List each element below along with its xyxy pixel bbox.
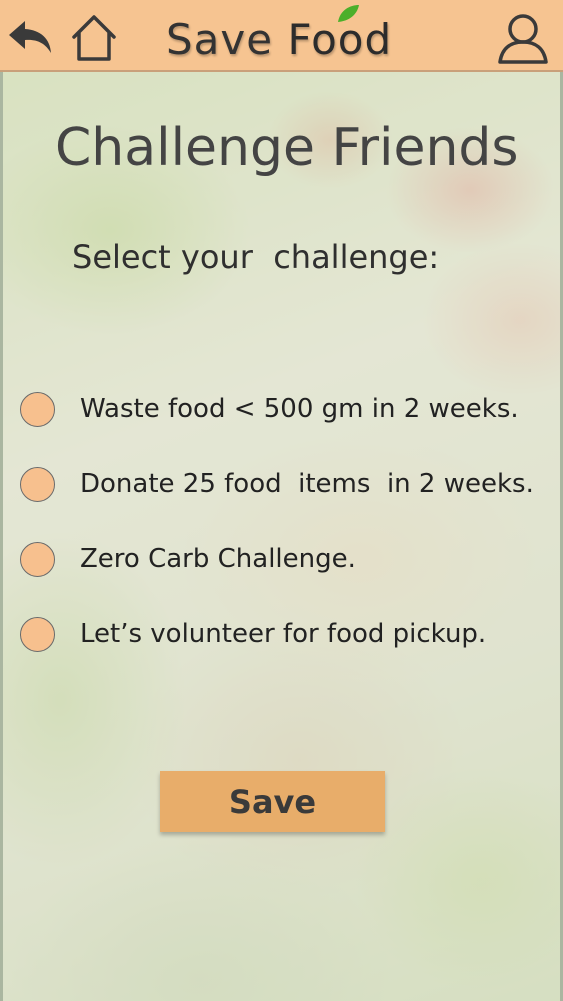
back-button[interactable] xyxy=(4,12,56,64)
option-label: Zero Carb Challenge. xyxy=(80,544,356,574)
frame-border-left xyxy=(0,0,3,1001)
home-icon xyxy=(72,15,116,61)
back-arrow-icon xyxy=(9,21,51,53)
leaf-icon xyxy=(338,5,359,22)
page-title: Challenge Friends xyxy=(55,118,519,178)
app-logo: Save Food xyxy=(166,12,426,68)
logo-word-save: Save xyxy=(166,15,274,64)
home-button[interactable] xyxy=(68,12,120,64)
user-profile-icon xyxy=(498,14,548,64)
radio-button[interactable] xyxy=(20,541,55,577)
option-label: Donate 25 food items in 2 weeks. xyxy=(80,469,534,499)
challenge-option-zero-carb[interactable]: Zero Carb Challenge. xyxy=(20,541,560,577)
radio-button[interactable] xyxy=(20,616,55,652)
option-label: Let’s volunteer for food pickup. xyxy=(80,619,487,649)
challenge-prompt: Select your challenge: xyxy=(72,238,440,276)
radio-button[interactable] xyxy=(20,466,55,502)
save-button[interactable]: Save xyxy=(160,771,385,832)
challenge-option-waste[interactable]: Waste food < 500 gm in 2 weeks. xyxy=(20,391,560,427)
profile-button[interactable] xyxy=(497,12,549,64)
option-label: Waste food < 500 gm in 2 weeks. xyxy=(80,394,519,424)
challenge-option-volunteer[interactable]: Let’s volunteer for food pickup. xyxy=(20,616,560,652)
challenge-option-donate[interactable]: Donate 25 food items in 2 weeks. xyxy=(20,466,560,502)
radio-button[interactable] xyxy=(20,391,55,427)
app-header: Save Food xyxy=(0,0,563,72)
